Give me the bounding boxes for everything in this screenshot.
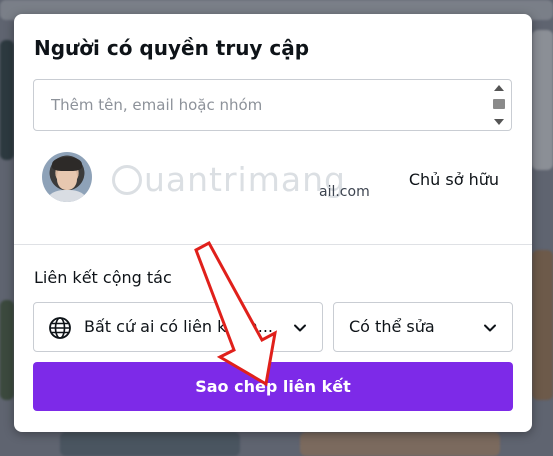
dialog-title: Người có quyền truy cập: [34, 36, 310, 60]
chevron-down-icon: [294, 324, 306, 332]
collab-link-heading: Liên kết cộng tác: [34, 268, 172, 287]
link-access-value: Bất cứ ai có liên kết n...: [84, 317, 273, 336]
lightbulb-icon: [112, 164, 142, 195]
divider: [14, 244, 532, 245]
permission-select[interactable]: Có thể sửa: [333, 302, 513, 352]
link-access-select[interactable]: Bất cứ ai có liên kết n...: [33, 302, 323, 352]
people-search-box[interactable]: [33, 79, 512, 131]
owner-email: ail.com: [319, 184, 370, 200]
owner-row: uantrimang ail.com Chủ sở hữu: [42, 152, 512, 204]
search-scrollbar[interactable]: [493, 85, 505, 125]
globe-icon: [49, 317, 71, 339]
watermark-logo: uantrimang: [112, 158, 346, 199]
people-search-input[interactable]: [34, 80, 484, 130]
scroll-up-icon[interactable]: [494, 85, 504, 91]
avatar: [42, 152, 92, 202]
chevron-down-icon: [484, 324, 496, 332]
owner-role-label: Chủ sở hữu: [408, 170, 499, 189]
watermark-text: uantrimang: [144, 160, 346, 199]
scroll-down-icon[interactable]: [494, 119, 504, 125]
share-dialog: Người có quyền truy cập uantrimang ail.c…: [14, 14, 532, 432]
scroll-thumb[interactable]: [493, 99, 505, 109]
copy-link-button[interactable]: Sao chép liên kết: [33, 362, 513, 411]
permission-value: Có thể sửa: [349, 317, 435, 336]
